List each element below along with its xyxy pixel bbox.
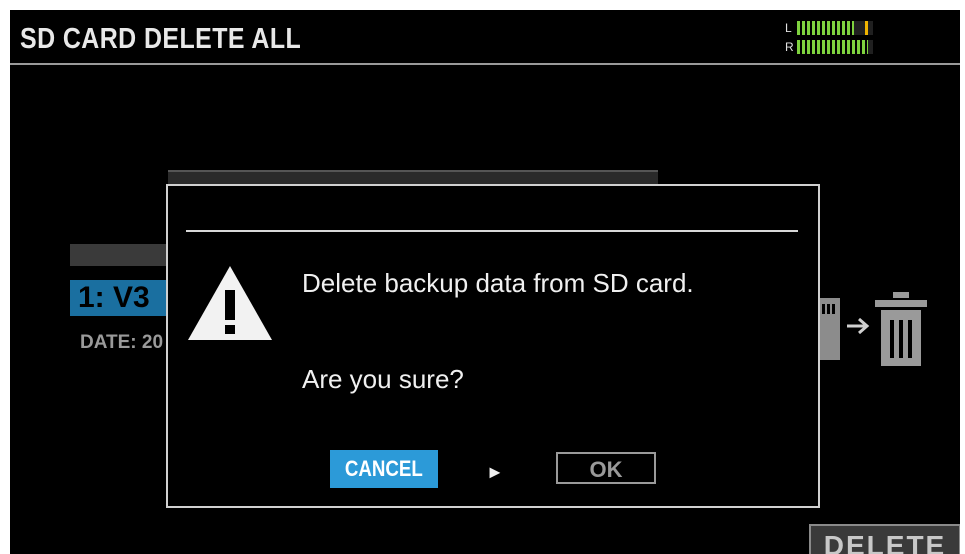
delete-button[interactable]: DELETE xyxy=(809,524,960,554)
warning-icon xyxy=(188,266,272,340)
confirm-dialog: Delete backup data from SD card. Are you… xyxy=(166,184,820,508)
meter-left-fill xyxy=(797,21,854,35)
ok-button[interactable]: OK xyxy=(556,452,656,484)
backup-date-label: DATE: 20 xyxy=(80,332,164,353)
header: SD CARD DELETE ALL L R xyxy=(10,10,960,65)
dialog-question: Are you sure? xyxy=(302,364,464,394)
background-strip xyxy=(70,244,170,266)
meter-left-track xyxy=(797,21,873,35)
meter-left-label: L xyxy=(785,21,792,35)
meter-right-fill xyxy=(797,40,868,54)
meter-right: R xyxy=(785,39,885,55)
selection-arrow-icon: ► xyxy=(486,462,504,482)
meter-right-track xyxy=(797,40,873,54)
arrow-right-icon xyxy=(847,317,870,335)
meter-right-label: R xyxy=(785,40,794,54)
meter-left: L xyxy=(785,20,885,36)
dialog-message: Delete backup data from SD card. xyxy=(302,268,694,298)
meter-left-peak xyxy=(865,21,868,35)
cancel-button-label: CANCEL xyxy=(345,456,423,481)
page-title: SD CARD DELETE ALL xyxy=(20,23,302,55)
level-meter: L R xyxy=(785,18,885,58)
cancel-button[interactable]: CANCEL xyxy=(330,450,438,488)
device-screen: SD CARD DELETE ALL L R 1: V3 DATE: 20 DE… xyxy=(10,10,960,554)
trash-icon xyxy=(875,292,927,366)
dialog-divider xyxy=(186,230,798,232)
